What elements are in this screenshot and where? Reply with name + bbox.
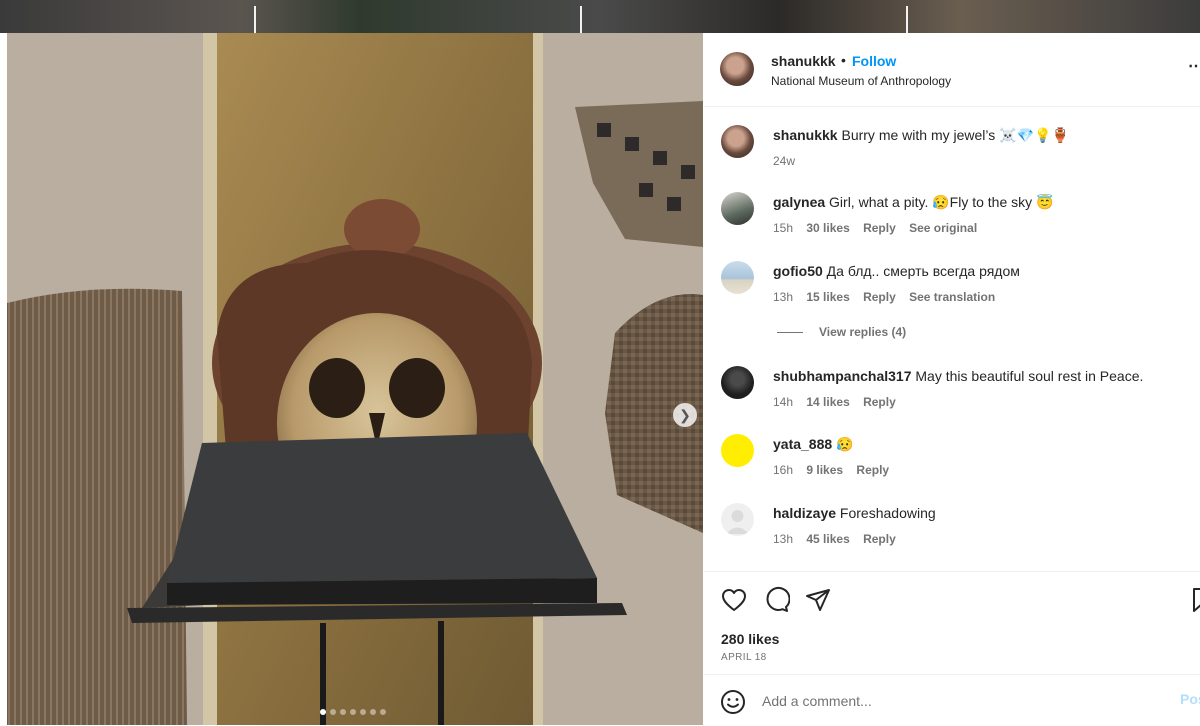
heart-icon[interactable] [720,586,748,614]
carousel-dot [380,709,386,715]
commenter-avatar[interactable] [721,261,754,294]
comment-likes[interactable]: 15 likes [806,290,849,304]
separator-dot: • [841,52,846,68]
comment-text: May this beautiful soul rest in Peace. [915,368,1144,384]
carousel-dot [350,709,356,715]
reply-button[interactable]: Reply [863,532,896,546]
comment-composer: Post [704,674,1200,726]
commenter-username[interactable]: gofio50 [773,263,823,279]
comment-likes[interactable]: 14 likes [806,395,849,409]
post-image [7,33,703,725]
post-header: shanukkk • Follow National Museum of Ant… [704,33,1200,107]
carousel-dot [360,709,366,715]
comment-text: Да блд.. смерть всегда рядом [826,263,1020,279]
default-avatar-icon[interactable] [721,503,754,536]
like-count[interactable]: 280 likes [721,631,779,647]
comment-input[interactable] [762,689,1142,713]
feed-backdrop [0,0,1200,33]
commenter-username[interactable]: haldizaye [773,505,836,521]
carousel-dot [370,709,376,715]
comment-time[interactable]: 13h [773,532,793,546]
reply-button[interactable]: Reply [863,290,896,304]
see-original-link[interactable]: See original [909,221,977,235]
comment-time[interactable]: 24w [773,154,795,168]
post-sidebar: shanukkk • Follow National Museum of Ant… [704,33,1200,725]
comment-text: 😥 [836,436,854,452]
commenter-avatar[interactable] [721,192,754,225]
author-avatar[interactable] [720,52,754,86]
comment-text: Burry me with my jewel’s ☠️💎💡🏺 [841,127,1069,143]
share-icon[interactable] [804,586,832,614]
carousel-dot [340,709,346,715]
comment-text: Girl, what a pity. 😥Fly to the sky 😇 [829,194,1054,210]
commenter-avatar[interactable] [721,434,754,467]
comment-time[interactable]: 16h [773,463,793,477]
comment-icon[interactable] [762,586,790,614]
comment-text: Foreshadowing [839,505,936,521]
view-replies-button[interactable]: View replies (4) [777,325,906,339]
commenter-username[interactable]: yata_888 [773,436,832,452]
see-translation-link[interactable]: See translation [909,290,995,304]
comment-likes[interactable]: 45 likes [806,532,849,546]
post-media[interactable]: ❯ [7,33,703,725]
commenter-username[interactable]: shubhampanchal317 [773,368,912,384]
more-options-icon[interactable]: ⋯ [1188,56,1200,76]
comment-list[interactable]: shanukkk Burry me with my jewel’s ☠️💎💡🏺 … [704,107,1200,569]
commenter-avatar[interactable] [721,366,754,399]
carousel-indicator [320,709,386,715]
chevron-right-icon: ❯ [679,406,691,423]
reply-button[interactable]: Reply [863,221,896,235]
commenter-username[interactable]: shanukkk [773,127,838,143]
reply-button[interactable]: Reply [863,395,896,409]
comment-time[interactable]: 14h [773,395,793,409]
comment-time[interactable]: 15h [773,221,793,235]
comment-likes[interactable]: 30 likes [806,221,849,235]
post-comment-button[interactable]: Post [1180,691,1200,707]
carousel-next-button[interactable]: ❯ [673,403,697,427]
comment-time[interactable]: 13h [773,290,793,304]
emoji-icon[interactable] [720,689,746,715]
comment-likes[interactable]: 9 likes [806,463,843,477]
post-actions: 280 likes APRIL 18 [704,571,1200,672]
commenter-username[interactable]: galynea [773,194,825,210]
post-date[interactable]: APRIL 18 [721,652,767,663]
reply-button[interactable]: Reply [856,463,889,477]
bookmark-icon[interactable] [1188,586,1200,614]
author-username[interactable]: shanukkk [771,53,836,69]
post-location[interactable]: National Museum of Anthropology [771,74,951,88]
follow-button[interactable]: Follow [852,53,896,69]
carousel-dot [320,709,326,715]
carousel-dot [330,709,336,715]
commenter-avatar[interactable] [721,125,754,158]
